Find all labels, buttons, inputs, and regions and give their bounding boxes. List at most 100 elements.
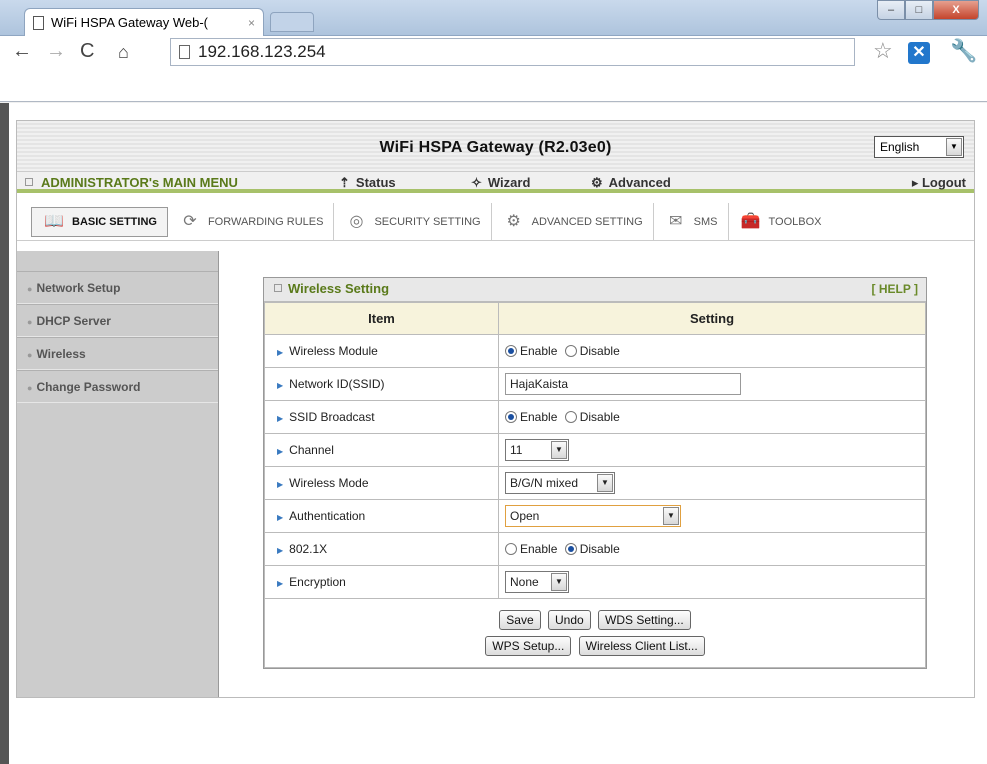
- tab-close-icon[interactable]: ×: [248, 16, 255, 30]
- wireless-mode-select[interactable]: B/G/N mixed ▼: [505, 472, 615, 494]
- row-label-text: 802.1X: [289, 542, 328, 556]
- radio-label: Disable: [579, 542, 620, 556]
- tab-basic-label: BASIC SETTING: [72, 215, 157, 228]
- triangle-icon: ▶: [277, 579, 284, 588]
- table-row: ▶ Channel 11 ▼: [264, 433, 926, 467]
- forward-icon[interactable]: →: [46, 40, 66, 63]
- tab-sms[interactable]: ✉ SMS: [654, 202, 729, 241]
- reload-icon[interactable]: C: [80, 40, 94, 63]
- sidebar: ● Network Setup ● DHCP Server ● Wireless ● C…: [17, 251, 219, 697]
- browser-tab[interactable]: WiFi HSPA Gateway Web-( ×: [24, 8, 264, 36]
- square-icon: [274, 284, 282, 292]
- row-label: ▶ Encryption: [264, 565, 499, 599]
- triangle-icon: ▶: [277, 348, 284, 357]
- admin-menu-text: ADMINISTRATOR's MAIN MENU: [41, 175, 238, 190]
- module-disable-radio[interactable]: [564, 345, 577, 357]
- row-setting: HajaKaista: [498, 367, 926, 401]
- row-label: ▶ 802.1X: [264, 532, 499, 566]
- wireless-setting-panel: Wireless Setting [ HELP ] Item Setting ▶…: [263, 277, 927, 669]
- new-tab-button[interactable]: [270, 12, 314, 32]
- save-button[interactable]: Save: [499, 610, 541, 630]
- sidebar-item-label: Network Setup: [36, 281, 121, 295]
- bullet-icon: ●: [27, 350, 33, 360]
- bullet-icon: ●: [27, 317, 33, 327]
- tab-advanced-setting[interactable]: ⚙ ADVANCED SETTING: [492, 202, 654, 241]
- page-header: WiFi HSPA Gateway (R2.03e0) English ▼: [17, 121, 974, 171]
- broadcast-enable-radio[interactable]: [505, 411, 517, 423]
- main-menu: ADMINISTRATOR's MAIN MENU ⇡ Status ✧ Wizar…: [17, 171, 974, 193]
- table-row: ▶ Network ID(SSID) HajaKaista: [264, 367, 926, 401]
- row-label-text: Wireless Module: [289, 344, 378, 358]
- table-row: ▶ Encryption None ▼: [264, 565, 926, 599]
- radio-label: Enable: [520, 410, 558, 424]
- page-icon: [33, 15, 44, 30]
- wrench-icon[interactable]: 🔧: [950, 38, 977, 64]
- row-label-text: Authentication: [289, 509, 366, 523]
- radio-label: Enable: [520, 542, 558, 556]
- help-link[interactable]: [ HELP ]: [872, 278, 918, 300]
- row-label: ▶ SSID Broadcast: [264, 400, 499, 434]
- channel-select[interactable]: 11 ▼: [505, 439, 569, 461]
- button-row: Save Undo WDS Setting... WPS Setup... Wi…: [264, 598, 926, 668]
- chevron-down-icon: ▼: [663, 507, 679, 525]
- sidebar-item-network-setup[interactable]: ● Network Setup: [17, 271, 218, 304]
- ssid-input[interactable]: HajaKaista: [505, 373, 741, 395]
- dot1x-enable-radio[interactable]: [505, 543, 517, 555]
- tab-forwarding-rules[interactable]: ⟳ FORWARDING RULES: [168, 202, 335, 241]
- logout-link[interactable]: ▸ Logout: [912, 175, 966, 191]
- column-header-setting: Setting: [498, 302, 926, 335]
- row-label: ▶ Authentication: [264, 499, 499, 533]
- status-icon: ⇡: [339, 175, 350, 190]
- wizard-icon: ✧: [471, 175, 482, 190]
- bookmark-star-icon[interactable]: ☆: [873, 38, 893, 64]
- menu-advanced[interactable]: ⚙ Advanced: [591, 175, 671, 191]
- back-icon[interactable]: ←: [12, 40, 32, 63]
- table-row: ▶ Wireless Mode B/G/N mixed ▼: [264, 466, 926, 500]
- wps-setup-button[interactable]: WPS Setup...: [485, 636, 572, 656]
- undo-button[interactable]: Undo: [547, 610, 591, 630]
- sidebar-item-label: DHCP Server: [36, 314, 111, 328]
- authentication-select[interactable]: Open ▼: [505, 505, 681, 527]
- tab-title: WiFi HSPA Gateway Web-(: [51, 15, 208, 30]
- home-icon[interactable]: ⌂: [118, 42, 129, 63]
- module-enable-radio[interactable]: [505, 345, 517, 357]
- sidebar-item-label: Wireless: [36, 347, 86, 361]
- sidebar-item-dhcp-server[interactable]: ● DHCP Server: [17, 304, 218, 337]
- sidebar-item-wireless[interactable]: ● Wireless: [17, 337, 218, 370]
- wds-setting-button[interactable]: WDS Setting...: [598, 610, 691, 630]
- toolbox-icon: 🧰: [740, 212, 761, 230]
- dot1x-disable-radio[interactable]: [564, 543, 577, 555]
- tab-security-label: SECURITY SETTING: [374, 215, 481, 228]
- encryption-select[interactable]: None ▼: [505, 571, 569, 593]
- address-bar[interactable]: 192.168.123.254: [170, 38, 855, 66]
- extension-icon[interactable]: ✕: [908, 42, 930, 64]
- left-edge: [0, 103, 9, 764]
- chevron-down-icon: ▼: [946, 138, 962, 156]
- close-button[interactable]: X: [933, 0, 979, 20]
- minimize-button[interactable]: –: [877, 0, 905, 20]
- tab-security-setting[interactable]: ◎ SECURITY SETTING: [334, 202, 492, 241]
- page-title: WiFi HSPA Gateway (R2.03e0): [379, 139, 612, 156]
- tab-toolbox[interactable]: 🧰 TOOLBOX: [729, 203, 832, 241]
- language-select[interactable]: English ▼: [874, 136, 964, 158]
- menu-wizard[interactable]: ✧ Wizard: [471, 175, 530, 191]
- square-icon: [25, 178, 33, 186]
- row-label-text: Network ID(SSID): [289, 377, 385, 391]
- row-setting: Enable Disable: [498, 334, 926, 368]
- wireless-client-list-button[interactable]: Wireless Client List...: [578, 636, 705, 656]
- menu-status-label: Status: [355, 175, 396, 190]
- advanced-setting-icon: ⚙: [506, 212, 521, 230]
- radio-label: Enable: [520, 344, 558, 358]
- triangle-icon: ▶: [277, 381, 284, 390]
- wireless-mode-value: B/G/N mixed: [510, 476, 579, 490]
- advanced-icon: ⚙: [591, 175, 603, 190]
- address-text: 192.168.123.254: [198, 42, 326, 61]
- maximize-button[interactable]: □: [905, 0, 933, 20]
- menu-status[interactable]: ⇡ Status: [339, 175, 396, 191]
- sidebar-item-change-password[interactable]: ● Change Password: [17, 370, 218, 403]
- broadcast-disable-radio[interactable]: [564, 411, 577, 423]
- tab-basic-setting[interactable]: 📖 BASIC SETTING: [31, 206, 168, 237]
- channel-value: 11: [510, 443, 523, 457]
- chevron-down-icon: ▼: [551, 441, 567, 459]
- bullet-icon: ●: [27, 284, 33, 294]
